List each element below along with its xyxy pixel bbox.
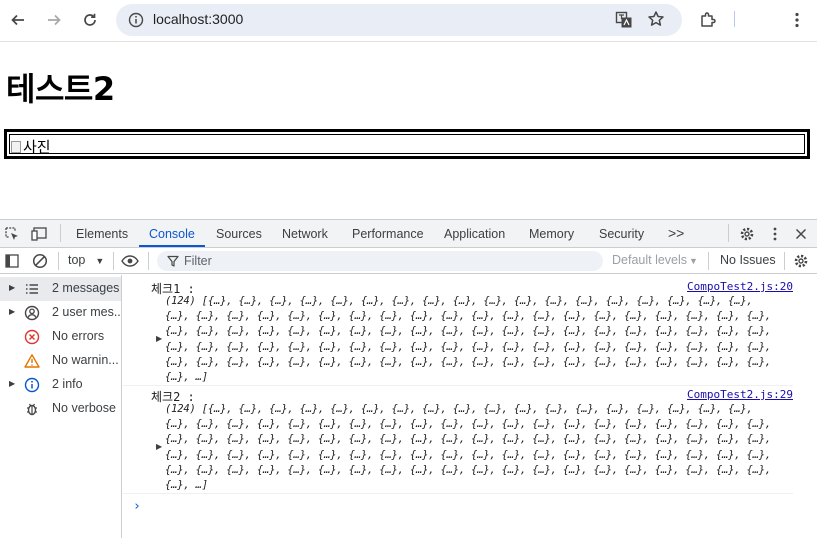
expand-arrow-icon[interactable]: ▶ xyxy=(156,442,162,451)
sidebar-item-warnings[interactable]: No warnin... xyxy=(0,349,121,373)
more-vertical-icon xyxy=(795,12,799,28)
warning-icon xyxy=(24,354,40,368)
menu-button[interactable] xyxy=(786,9,808,31)
device-toolbar-icon[interactable] xyxy=(31,225,49,243)
extensions-button[interactable] xyxy=(697,9,719,31)
console-message: 체크2 : CompoTest2.js:29 ▶ (124) [{…}, {…}… xyxy=(123,384,793,494)
sidebar-item-messages[interactable]: ▶ 2 messages xyxy=(0,277,121,301)
dropdown-caret-icon: ▼ xyxy=(95,256,105,266)
tab-elements[interactable]: Elements xyxy=(76,227,128,241)
url-text[interactable]: localhost:3000 xyxy=(153,11,243,27)
active-tab-indicator xyxy=(139,245,205,247)
site-info-icon[interactable] xyxy=(128,12,144,32)
devtools-panel: Elements Console Sources Network Perform… xyxy=(0,219,817,538)
log-levels-dropdown[interactable]: Default levels ▼ xyxy=(612,253,698,267)
expand-arrow-icon[interactable]: ▶ xyxy=(156,334,162,343)
bug-icon xyxy=(27,403,37,416)
reload-button[interactable] xyxy=(79,9,101,31)
reload-icon xyxy=(84,13,96,26)
tab-sources[interactable]: Sources xyxy=(216,227,262,241)
issues-button[interactable]: No Issues xyxy=(720,253,776,267)
photo-image: 사진 xyxy=(4,129,810,159)
sidebar-item-errors[interactable]: No errors xyxy=(0,325,121,349)
sidebar-item-verbose[interactable]: No verbose xyxy=(0,397,121,421)
array-preview[interactable]: (124) [{…}, {…}, {…}, {…}, {…}, {…}, {…}… xyxy=(165,402,775,493)
tab-performance[interactable]: Performance xyxy=(352,227,424,241)
user-icon xyxy=(24,305,40,321)
filter-icon xyxy=(167,255,179,267)
filter-placeholder: Filter xyxy=(184,254,212,268)
address-bar[interactable]: localhost:3000 xyxy=(116,4,682,36)
context-selector[interactable]: top ▼ xyxy=(68,253,104,267)
console-prompt[interactable]: › xyxy=(133,499,141,514)
settings-gear-icon[interactable] xyxy=(738,225,756,243)
source-link[interactable]: CompoTest2.js:20 xyxy=(687,280,793,293)
back-button[interactable] xyxy=(7,9,29,31)
bookmark-star-icon[interactable] xyxy=(647,10,665,32)
tab-console[interactable]: Console xyxy=(149,227,195,241)
info-icon xyxy=(24,377,40,393)
close-devtools-icon[interactable] xyxy=(792,225,810,243)
sidebar-item-info[interactable]: ▶ 2 info xyxy=(0,373,121,397)
console-output: 체크1 : CompoTest2.js:20 ▶ (124) [{…}, {…}… xyxy=(123,275,817,538)
expand-arrow-icon[interactable]: ▶ xyxy=(9,307,15,316)
sidebar-toggle-icon[interactable] xyxy=(3,252,21,270)
eye-icon[interactable] xyxy=(121,252,139,270)
source-link[interactable]: CompoTest2.js:29 xyxy=(687,388,793,401)
browser-toolbar: localhost:3000 xyxy=(0,0,817,42)
console-toolbar: top ▼ Filter Default levels ▼ No Issues xyxy=(0,248,817,274)
clear-console-icon[interactable] xyxy=(31,252,49,270)
expand-arrow-icon[interactable]: ▶ xyxy=(9,379,15,388)
page-title: 테스트2 xyxy=(6,70,115,108)
devtools-tabbar: Elements Console Sources Network Perform… xyxy=(0,220,817,248)
inspect-element-icon[interactable] xyxy=(3,225,21,243)
forward-button[interactable] xyxy=(43,9,65,31)
filter-input[interactable]: Filter xyxy=(157,251,603,271)
tab-security[interactable]: Security xyxy=(599,227,644,241)
expand-arrow-icon[interactable]: ▶ xyxy=(9,283,15,292)
error-icon xyxy=(24,329,40,345)
sidebar-item-user-messages[interactable]: ▶ 2 user mes... xyxy=(0,301,121,325)
tab-network[interactable]: Network xyxy=(282,227,328,241)
broken-image-icon xyxy=(11,140,21,153)
list-icon xyxy=(26,284,38,294)
tab-application[interactable]: Application xyxy=(444,227,505,241)
translate-icon[interactable] xyxy=(615,11,633,33)
devtools-menu-icon[interactable] xyxy=(766,225,784,243)
tab-memory[interactable]: Memory xyxy=(529,227,574,241)
image-alt-text: 사진 xyxy=(23,138,51,156)
console-settings-gear-icon[interactable] xyxy=(792,252,810,270)
dropdown-caret-icon: ▼ xyxy=(689,256,698,266)
arrow-right-icon xyxy=(48,14,61,26)
console-sidebar: ▶ 2 messages ▶ 2 user mes... No errors N… xyxy=(0,275,122,538)
console-message: 체크1 : CompoTest2.js:20 ▶ (124) [{…}, {…}… xyxy=(123,276,793,386)
puzzle-icon xyxy=(701,12,716,27)
arrow-left-icon xyxy=(11,14,24,26)
more-tabs-button[interactable]: >> xyxy=(668,225,684,241)
toolbar-divider xyxy=(734,11,735,27)
array-preview[interactable]: (124) [{…}, {…}, {…}, {…}, {…}, {…}, {…}… xyxy=(165,294,775,385)
